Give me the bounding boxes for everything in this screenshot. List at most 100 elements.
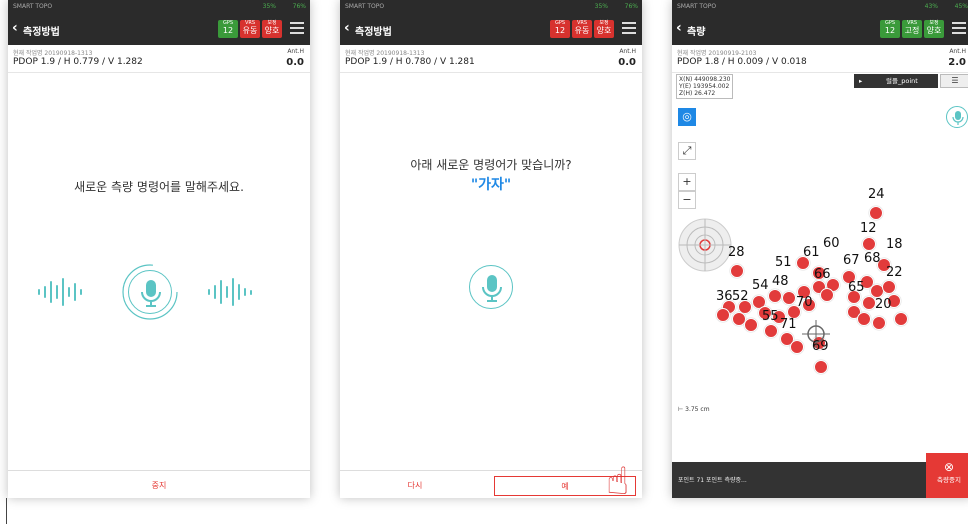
vrs-badge: VRS 유동 — [240, 20, 260, 38]
antenna-height-value: 2.0 — [948, 57, 966, 68]
precision-readout: PDOP 1.9 / H 0.780 / V 1.281 — [345, 57, 475, 67]
point-label: 48 — [772, 274, 789, 289]
gps-status-badges: GPS 12 VRS 유동 보정 양호 — [218, 20, 282, 38]
correction-badge: 보정 양호 — [262, 20, 282, 38]
correction-badge: 보정 양호 — [924, 20, 944, 38]
divider-line — [6, 498, 7, 524]
point-label: 18 — [886, 237, 903, 252]
map-scale: ⊢ 3.75 cm — [678, 406, 710, 413]
point-label: 68 — [864, 251, 881, 266]
retry-button[interactable]: 다시 — [340, 476, 490, 496]
point-label: 52 — [732, 289, 749, 304]
app-name: SMART TOPO — [13, 3, 53, 10]
antenna-height-value: 0.0 — [618, 57, 636, 68]
survey-point[interactable] — [882, 280, 896, 294]
job-name-label: 현재 작업명 20190918-1313 — [13, 50, 93, 57]
layers-icon[interactable]: ☰ — [940, 74, 968, 88]
tap-hand-icon: ☝ — [606, 459, 630, 503]
zoom-in-button[interactable]: + — [678, 173, 696, 191]
phone-screen-confirm-command: SMART TOPO 35% 76% ‹ 측정방법 GPS 12 VRS 유동 보정… — [340, 0, 642, 498]
point-label: 71 — [780, 317, 797, 332]
gps-badge: GPS 12 — [218, 20, 238, 38]
antenna-height-label: Ant.H — [949, 48, 966, 55]
precision-info-bar: 현재 작업명 20190919-2103 PDOP 1.8 / H 0.009 … — [672, 45, 968, 73]
stop-survey-button[interactable]: ⊗ 측량중지 — [926, 453, 968, 498]
gps-status-badges: GPS 12 VRS 유동 보정 양호 — [550, 20, 614, 38]
point-label: 36 — [716, 289, 733, 304]
gps-badge: GPS 12 — [550, 20, 570, 38]
job-name-label: 현재 작업명 20190919-2103 — [677, 50, 757, 57]
page-title: 측정방법 — [355, 27, 392, 38]
fit-extent-icon[interactable]: ⤢ — [678, 142, 696, 160]
signal-level: 35% — [594, 3, 608, 10]
page-title: 측량 — [687, 27, 706, 38]
hamburger-menu-icon[interactable] — [290, 22, 304, 34]
gps-badge: GPS 12 — [880, 20, 900, 38]
survey-point[interactable] — [862, 237, 876, 251]
survey-status-bar: 포인트 71 포인트 측량중... — [672, 462, 968, 498]
point-selector[interactable]: ▸ 럴플_point — [854, 74, 938, 88]
vrs-badge: VRS 유동 — [572, 20, 592, 38]
coordinate-readout: X(N) 449098.230 Y(E) 193954.002 Z(H) 26.… — [676, 74, 734, 99]
survey-point[interactable] — [764, 324, 778, 338]
precision-readout: PDOP 1.8 / H 0.009 / V 0.018 — [677, 57, 807, 67]
hamburger-menu-icon[interactable] — [952, 22, 966, 34]
battery-level: 45% — [954, 3, 968, 10]
point-label: 24 — [868, 187, 885, 202]
microphone-icon[interactable] — [469, 265, 513, 309]
listening-ring-icon — [122, 264, 178, 320]
stop-button[interactable]: 중지 — [8, 476, 310, 496]
point-label: 22 — [886, 265, 903, 280]
bottom-bar: 다시 예 — [340, 470, 642, 498]
point-label: 69 — [812, 339, 829, 354]
point-label: 51 — [775, 255, 792, 270]
point-label: 60 — [823, 236, 840, 251]
point-label: 12 — [860, 221, 877, 236]
back-arrow-icon[interactable]: ‹ — [344, 20, 350, 36]
survey-point[interactable] — [744, 318, 758, 332]
hamburger-menu-icon[interactable] — [622, 22, 636, 34]
locate-icon[interactable]: ◎ — [678, 108, 696, 126]
point-label: 70 — [796, 295, 813, 310]
point-label: 20 — [875, 297, 892, 312]
voice-command-icon[interactable] — [946, 106, 968, 128]
phone-screen-voice-input: SMART TOPO 35% 76% ‹ 측정방법 GPS 12 VRS 유동 보정… — [8, 0, 310, 498]
play-icon: ▸ — [859, 77, 863, 85]
survey-point[interactable] — [782, 291, 796, 305]
survey-point[interactable] — [862, 296, 876, 310]
point-label: 65 — [848, 280, 865, 295]
vrs-badge: VRS 고정 — [902, 20, 922, 38]
point-label: 61 — [803, 245, 820, 260]
zoom-out-button[interactable]: − — [678, 191, 696, 209]
survey-point[interactable] — [872, 316, 886, 330]
point-label: 55 — [762, 309, 779, 324]
survey-point[interactable] — [814, 360, 828, 374]
point-label: 54 — [752, 278, 769, 293]
back-arrow-icon[interactable]: ‹ — [676, 20, 682, 36]
survey-point[interactable] — [820, 288, 834, 302]
compass-target-icon — [678, 218, 732, 272]
survey-point[interactable] — [768, 289, 782, 303]
stop-survey-label: 측량중지 — [937, 476, 961, 484]
recognized-command: "가자" — [470, 177, 512, 193]
survey-point[interactable] — [730, 264, 744, 278]
title-bar: ‹ 측량 GPS 12 VRS 고정 보정 양호 — [672, 15, 968, 43]
survey-point[interactable] — [894, 312, 908, 326]
signal-level: 43% — [924, 3, 938, 10]
back-arrow-icon[interactable]: ‹ — [12, 20, 18, 36]
survey-point[interactable] — [857, 312, 871, 326]
survey-status-text: 포인트 71 포인트 측량중... — [678, 477, 747, 484]
top-bar: SMART TOPO 43% 45% ‹ 측량 GPS 12 VRS 고정 보정 양호 — [672, 0, 968, 45]
title-bar: ‹ 측정방법 GPS 12 VRS 유동 보정 양호 — [8, 15, 310, 43]
gps-status-badges: GPS 12 VRS 고정 보정 양호 — [880, 20, 944, 38]
survey-point[interactable] — [869, 206, 883, 220]
scale-value: 3.75 cm — [685, 406, 710, 413]
battery-level: 76% — [292, 3, 306, 10]
battery-level: 76% — [624, 3, 638, 10]
antenna-height-value: 0.0 — [286, 57, 304, 68]
survey-point[interactable] — [716, 308, 730, 322]
antenna-height-label: Ant.H — [287, 48, 304, 55]
right-soundwave-icon — [208, 277, 252, 307]
title-bar: ‹ 측정방법 GPS 12 VRS 유동 보정 양호 — [340, 15, 642, 43]
phone-screen-survey-map: SMART TOPO 43% 45% ‹ 측량 GPS 12 VRS 고정 보정 양호… — [672, 0, 968, 498]
